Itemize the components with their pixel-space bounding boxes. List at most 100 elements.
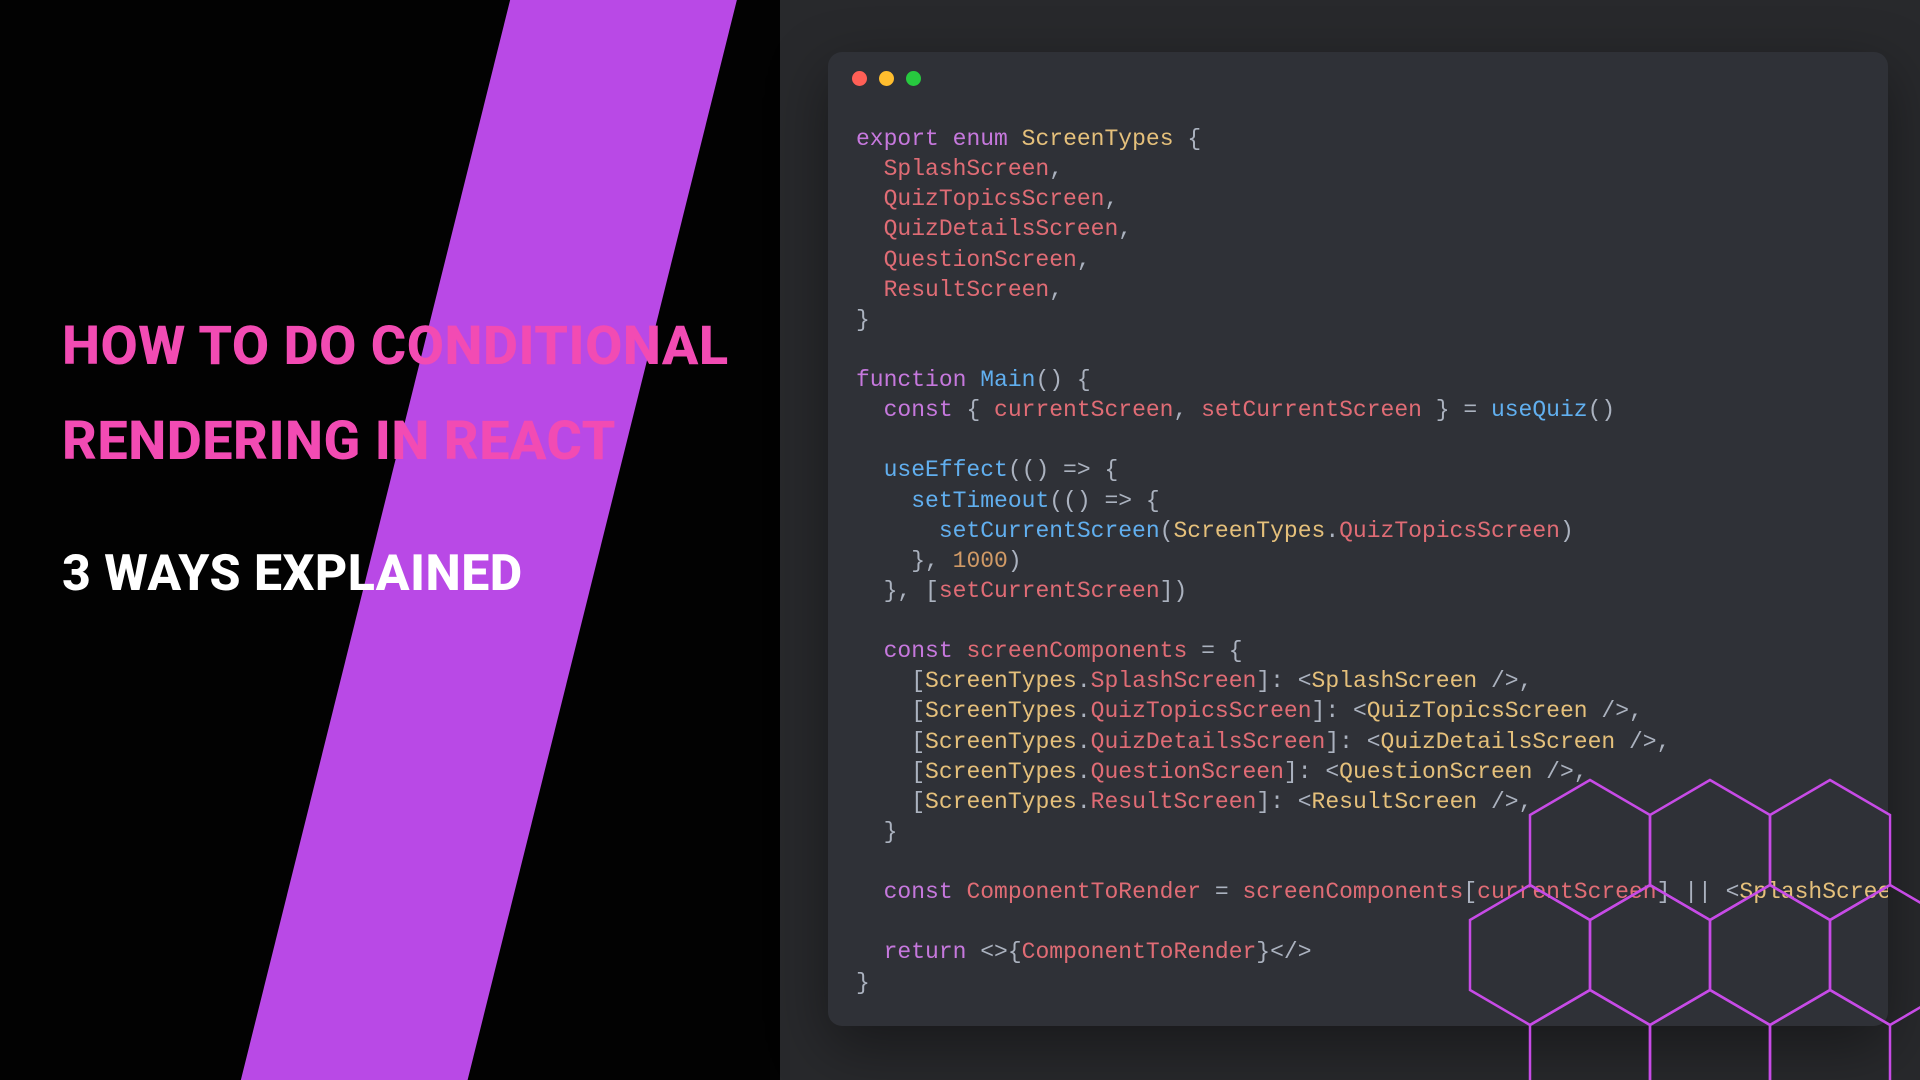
code-tok: () { — [1035, 367, 1090, 393]
headline-subtitle: 3 WAYS EXPLAINED — [62, 545, 762, 603]
code-tok: { — [966, 397, 994, 423]
code-tok: [ — [911, 789, 925, 815]
code-tok: SplashScreen — [1091, 668, 1257, 694]
code-tok: ]) — [1160, 578, 1188, 604]
code-tok: QuizDetailsScreen — [884, 216, 1119, 242]
code-tok: , — [1049, 277, 1063, 303]
code-tok: SplashScreen — [1312, 668, 1478, 694]
code-tok: /> — [1588, 698, 1629, 724]
code-tok: . — [1077, 729, 1091, 755]
code-tok: , — [1574, 759, 1588, 785]
code-tok: ScreenTypes — [925, 729, 1077, 755]
code-window: export enum ScreenTypes { SplashScreen, … — [828, 52, 1888, 1026]
code-tok: < — [1367, 729, 1381, 755]
code-block: export enum ScreenTypes { SplashScreen, … — [828, 104, 1888, 1026]
code-tok: ]: — [1256, 668, 1297, 694]
code-tok: QuizTopicsScreen — [1091, 698, 1312, 724]
code-tok: , — [1519, 668, 1533, 694]
code-tok: ScreenTypes — [1173, 518, 1325, 544]
code-tok: /> — [1532, 759, 1573, 785]
code-tok: . — [1077, 789, 1091, 815]
code-tok: screenComponents — [966, 638, 1187, 664]
code-tok: ScreenTypes — [925, 789, 1077, 815]
code-tok: [ — [911, 729, 925, 755]
code-tok: SplashScreen — [1739, 879, 1888, 905]
code-tok: /> — [1615, 729, 1656, 755]
code-tok: < — [1726, 879, 1740, 905]
code-tok: . — [1077, 698, 1091, 724]
code-tok: < — [1298, 789, 1312, 815]
code-tok: QuestionScreen — [1339, 759, 1532, 785]
code-tok: ) — [1008, 548, 1022, 574]
code-tok: (() => { — [1008, 457, 1118, 483]
code-tok: Main — [980, 367, 1035, 393]
code-tok: QuizDetailsScreen — [1381, 729, 1616, 755]
code-tok: ) — [1560, 518, 1574, 544]
code-tok: setTimeout — [911, 488, 1049, 514]
code-tok: ResultScreen — [1312, 789, 1478, 815]
code-tok: { — [1187, 126, 1201, 152]
code-tok: } — [856, 307, 870, 333]
code-tok: useQuiz — [1491, 397, 1588, 423]
code-tok: }, — [911, 548, 952, 574]
code-tok: SplashScreen — [884, 156, 1050, 182]
code-tok: () — [1588, 397, 1616, 423]
code-tok: QuizTopicsScreen — [1367, 698, 1588, 724]
slide: HOW TO DO CONDITIONAL RENDERING IN REACT… — [0, 0, 1920, 1080]
code-tok: return — [884, 939, 967, 965]
code-tok: ResultScreen — [884, 277, 1050, 303]
code-tok: currentScreen — [994, 397, 1173, 423]
code-tok: export — [856, 126, 939, 152]
code-tok: ComponentToRender — [1022, 939, 1257, 965]
code-tok: ]: — [1284, 759, 1325, 785]
code-tok: [ — [911, 759, 925, 785]
code-tok: const — [884, 879, 953, 905]
headline-block: HOW TO DO CONDITIONAL RENDERING IN REACT… — [62, 300, 762, 603]
code-tok: <>{ — [966, 939, 1021, 965]
code-tok: [ — [911, 698, 925, 724]
code-tok: } — [884, 819, 898, 845]
code-tok: ]: — [1312, 698, 1353, 724]
code-tok: currentScreen — [1477, 879, 1656, 905]
code-tok: ScreenTypes — [1022, 126, 1174, 152]
code-tok: 1000 — [953, 548, 1008, 574]
code-tok: (() => { — [1049, 488, 1159, 514]
code-tok: , — [1118, 216, 1132, 242]
code-tok: , — [1049, 156, 1063, 182]
code-tok: }</> — [1256, 939, 1311, 965]
code-tok: , — [1519, 789, 1533, 815]
code-tok: , — [1629, 698, 1643, 724]
code-tok: const — [884, 397, 953, 423]
code-tok: ScreenTypes — [925, 698, 1077, 724]
code-tok: ( — [1160, 518, 1174, 544]
code-tok: enum — [953, 126, 1008, 152]
code-tok: = — [1201, 879, 1242, 905]
code-tok: . — [1077, 668, 1091, 694]
code-tok: , — [1173, 397, 1201, 423]
code-tok: QuizTopicsScreen — [884, 186, 1105, 212]
code-tok: useEffect — [884, 457, 1008, 483]
code-tok: } — [856, 970, 870, 996]
window-titlebar — [828, 52, 1888, 104]
code-tok: < — [1298, 668, 1312, 694]
code-tok: ScreenTypes — [925, 668, 1077, 694]
code-tok: , — [1657, 729, 1671, 755]
code-tok: /> — [1477, 668, 1518, 694]
code-tok: QuizDetailsScreen — [1091, 729, 1326, 755]
code-tok: ]: — [1325, 729, 1366, 755]
code-tok: . — [1077, 759, 1091, 785]
code-tok: ScreenTypes — [925, 759, 1077, 785]
code-tok: QuizTopicsScreen — [1339, 518, 1560, 544]
code-tok: setCurrentScreen — [939, 518, 1160, 544]
code-tok: QuestionScreen — [884, 247, 1077, 273]
code-tok: , — [1077, 247, 1091, 273]
code-tok: QuestionScreen — [1091, 759, 1284, 785]
code-tok: [ — [911, 668, 925, 694]
code-tok: function — [856, 367, 966, 393]
code-tok: ComponentToRender — [966, 879, 1201, 905]
maximize-icon — [906, 71, 921, 86]
code-tok: setCurrentScreen — [1201, 397, 1422, 423]
code-tok: screenComponents — [1243, 879, 1464, 905]
headline-title: HOW TO DO CONDITIONAL RENDERING IN REACT — [62, 300, 762, 489]
code-tok: }, [ — [884, 578, 939, 604]
